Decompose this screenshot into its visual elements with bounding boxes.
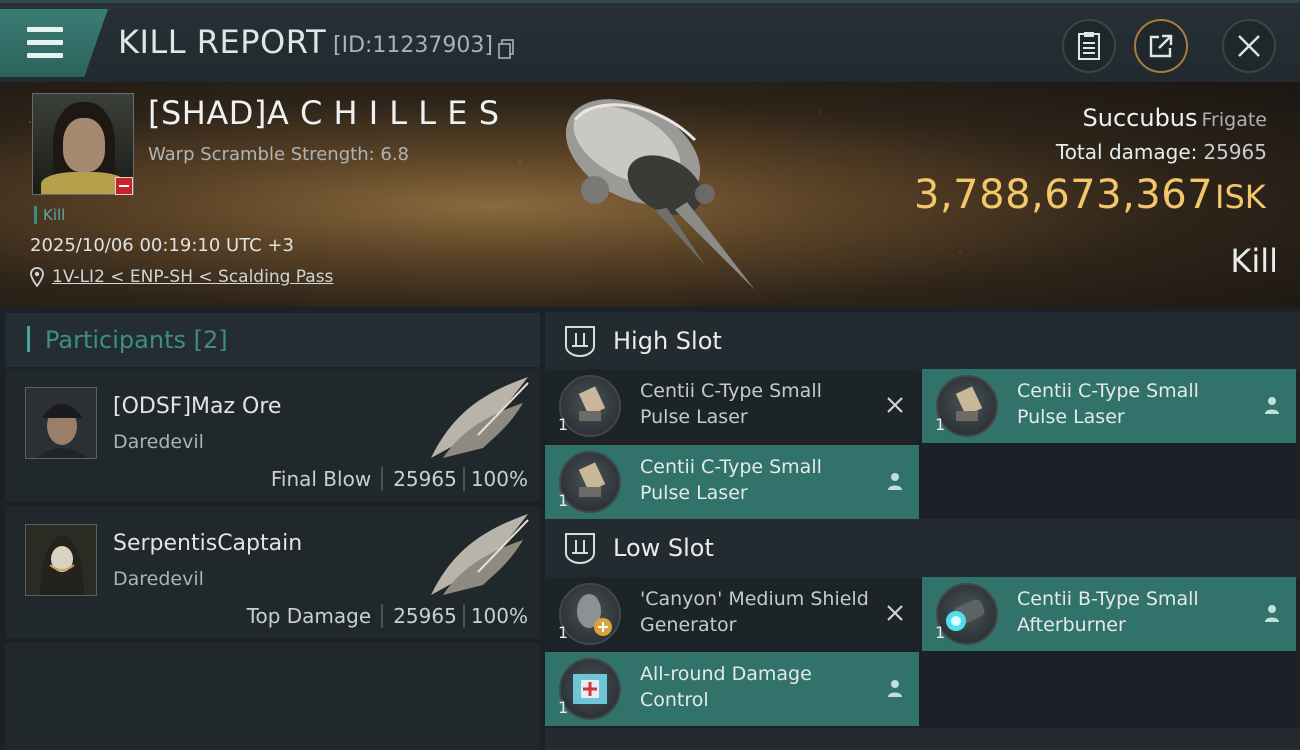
participant-name: [ODSF]Maz Ore <box>113 394 282 419</box>
low-slot-header: Low Slot <box>545 519 1300 579</box>
copy-icon[interactable] <box>498 39 514 59</box>
participants-label: Participants [2] <box>45 326 228 354</box>
kill-location[interactable]: 1V-LI2 < ENP-SH < Scalding Pass <box>30 267 333 287</box>
total-damage-value: 25965 <box>1203 140 1267 164</box>
participants-empty-area <box>5 643 540 750</box>
participant-ship-image <box>431 514 529 595</box>
close-button[interactable] <box>1222 19 1276 73</box>
participant-role: Final Blow <box>270 467 372 491</box>
next-slot-header-peek <box>545 728 1300 750</box>
module-name: Centii B-Type Small Afterburner <box>1017 588 1199 636</box>
warp-scramble-strength: Warp Scramble Strength: 6.8 <box>148 144 410 165</box>
low-slot-label: Low Slot <box>613 534 714 562</box>
ship-name: Succubus <box>1082 104 1198 132</box>
participant-role: Top Damage <box>246 604 372 628</box>
module-name: All-round Damage Control <box>640 663 812 711</box>
participant-avatar[interactable] <box>25 387 97 459</box>
high-slot-header: High Slot <box>545 312 1300 372</box>
person-icon <box>1265 605 1279 622</box>
clipboard-icon <box>1078 32 1100 60</box>
total-damage: Total damage: 25965 <box>1056 140 1267 164</box>
high-slot-label: High Slot <box>613 327 722 355</box>
pulse-laser-icon <box>559 451 621 513</box>
header-bar: KILL REPORT [ID:11237903] <box>0 0 1300 82</box>
pulse-laser-icon <box>936 375 998 437</box>
person-icon <box>888 473 902 490</box>
page-title: KILL REPORT <box>118 23 327 61</box>
shield-generator-icon <box>559 583 621 645</box>
menu-button[interactable] <box>0 9 108 77</box>
module-quantity: 1 <box>935 415 946 434</box>
slot-icon <box>565 533 595 565</box>
module-name: Centii C-Type Small Pulse Laser <box>640 456 822 504</box>
isk-value: 3,788,673,367 <box>914 172 1214 218</box>
map-pin-icon <box>30 267 44 287</box>
close-icon <box>1238 35 1260 57</box>
ship-class: Frigate <box>1201 109 1267 131</box>
module-item[interactable]: 1 All-round Damage Control <box>545 652 919 726</box>
report-id: [ID:11237903] <box>333 33 493 58</box>
module-item[interactable]: 1 Centii B-Type Small Afterburner <box>922 577 1296 651</box>
report-button[interactable] <box>1062 19 1116 73</box>
x-icon <box>887 397 903 413</box>
x-icon <box>887 605 903 621</box>
module-quantity: 1 <box>558 698 569 717</box>
module-quantity: 1 <box>558 491 569 510</box>
kill-datetime: 2025/10/06 00:19:10 UTC +3 <box>30 235 294 256</box>
participant-percent: 100% <box>470 604 528 628</box>
victim-panel: [SHAD]A C H I L L E S Warp Scramble Stre… <box>0 82 1300 307</box>
participant-ship: Daredevil <box>113 431 204 453</box>
module-item[interactable]: 1 'Canyon' Medium Shield Generator <box>545 577 919 651</box>
victim-ship[interactable]: Succubus Frigate <box>1083 104 1267 132</box>
victim-ship-image <box>565 99 755 290</box>
module-name: Centii C-Type Small Pulse Laser <box>1017 380 1199 428</box>
module-quantity: 1 <box>935 623 946 642</box>
participant-damage: 25965 <box>393 604 457 628</box>
result-label: Kill <box>1230 242 1278 280</box>
participants-header: Participants [2] <box>5 313 540 367</box>
module-item[interactable]: 1 Centii C-Type Small Pulse Laser <box>545 369 919 443</box>
participant-name: SerpentisCaptain <box>113 531 303 556</box>
participant-stats: Final Blow 25965 100% <box>271 467 528 491</box>
pulse-laser-icon <box>559 375 621 437</box>
hamburger-icon <box>27 27 63 59</box>
victim-name[interactable]: [SHAD]A C H I L L E S <box>148 94 500 132</box>
module-item[interactable]: 1 Centii C-Type Small Pulse Laser <box>545 445 919 519</box>
participant-percent: 100% <box>470 467 528 491</box>
corp-standing-badge <box>115 177 133 195</box>
module-item[interactable]: 1 Centii C-Type Small Pulse Laser <box>922 369 1296 443</box>
module-quantity: 1 <box>558 623 569 642</box>
module-name: 'Canyon' Medium Shield Generator <box>640 588 869 636</box>
participant-ship-image <box>431 377 529 458</box>
kill-tag: Kill <box>34 206 65 224</box>
participant-avatar[interactable] <box>25 524 97 596</box>
participant-stats: Top Damage 25965 100% <box>247 604 528 628</box>
module-name: Centii C-Type Small Pulse Laser <box>640 380 822 428</box>
person-icon <box>888 680 902 697</box>
slot-icon <box>565 326 595 358</box>
location-link[interactable]: 1V-LI2 < ENP-SH < Scalding Pass <box>52 267 333 287</box>
damage-control-icon <box>559 658 621 720</box>
isk-unit: ISK <box>1215 178 1266 216</box>
module-quantity: 1 <box>558 415 569 434</box>
total-damage-label: Total damage: <box>1055 140 1198 164</box>
share-icon <box>1149 34 1173 58</box>
participant-ship: Daredevil <box>113 568 204 590</box>
person-icon <box>1265 397 1279 414</box>
afterburner-icon <box>936 583 998 645</box>
participant-row[interactable]: [ODSF]Maz Ore Daredevil Final Blow 25965… <box>5 369 540 504</box>
participant-row[interactable]: SerpentisCaptain Daredevil Top Damage 25… <box>5 506 540 641</box>
share-button[interactable] <box>1134 19 1188 73</box>
participant-damage: 25965 <box>393 467 457 491</box>
